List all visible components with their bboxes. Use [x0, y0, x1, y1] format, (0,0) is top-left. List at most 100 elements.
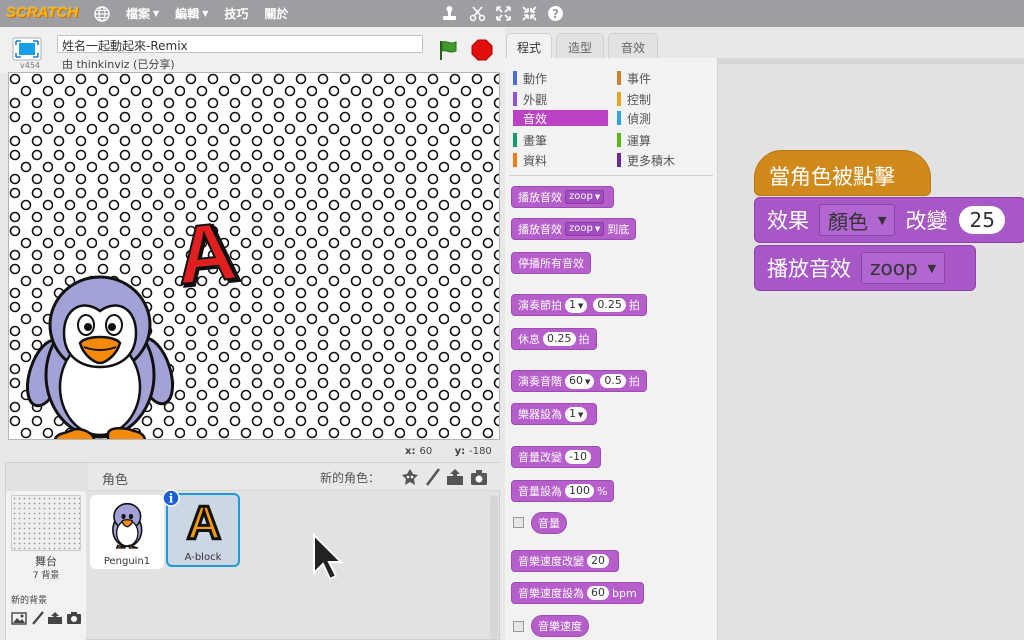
play-sound-block[interactable]: 播放音效 zoop ▼: [754, 245, 976, 291]
grow-icon[interactable]: [495, 5, 512, 22]
category-label: 控制: [627, 93, 652, 107]
menu-file[interactable]: 檔案 ▼: [126, 5, 159, 22]
stage-canvas[interactable]: A A: [8, 72, 500, 440]
effect-dropdown[interactable]: 顏色 ▼: [819, 204, 896, 236]
new-sprite-label: 新的角色：: [320, 471, 381, 485]
block-set-tempo[interactable]: 音樂速度設為 60 bpm: [511, 582, 644, 604]
block-text: 播放音效: [518, 223, 562, 236]
block-play-sound[interactable]: 播放音效 zoop ▼: [511, 186, 615, 208]
change-tempo-input[interactable]: 20: [587, 554, 609, 568]
block-set-volume[interactable]: 音量設為 100 %: [511, 480, 615, 502]
block-change-tempo[interactable]: 音樂速度改變 20: [511, 550, 619, 572]
tempo-monitor-checkbox[interactable]: [513, 621, 524, 632]
backdrop-count: 7 背景: [32, 571, 60, 581]
block-change-volume[interactable]: 音量改變 -10: [511, 446, 601, 468]
sound-dropdown[interactable]: zoop ▼: [861, 252, 946, 284]
sprite-info-icon[interactable]: i: [162, 489, 180, 507]
block-play-drum[interactable]: 演奏節拍 1 ▼ 0.25 拍: [511, 294, 647, 316]
sprite-card-penguin1[interactable]: Penguin1: [90, 495, 164, 569]
block-text: 音量設為: [518, 485, 562, 498]
note-number-input[interactable]: 60 ▼: [565, 373, 595, 389]
camera-new-sprite-icon[interactable]: [469, 467, 489, 487]
menu-about[interactable]: 關於: [264, 5, 288, 22]
category-swatch: [513, 92, 517, 106]
instrument-input[interactable]: 1 ▼: [565, 406, 588, 422]
category-label: 資料: [523, 154, 548, 168]
pencil-backdrop-icon[interactable]: [30, 611, 46, 625]
drum-number-input[interactable]: 1 ▼: [565, 297, 588, 313]
change-volume-input[interactable]: -10: [565, 450, 591, 464]
change-effect-block[interactable]: 效果 顏色 ▼ 改變 25: [754, 197, 1024, 243]
block-stop-all-sounds[interactable]: 停播所有音效: [511, 252, 591, 274]
paint-backdrop-icon[interactable]: [11, 611, 27, 625]
block-volume-reporter[interactable]: 音量: [531, 512, 567, 534]
input-value: 1: [569, 297, 576, 311]
duplicate-stamp-icon[interactable]: [441, 5, 458, 22]
stage-thumbnail[interactable]: [11, 495, 81, 551]
volume-monitor-checkbox[interactable]: [513, 517, 524, 528]
category-operators[interactable]: 運算: [617, 132, 712, 148]
paint-new-sprite-icon[interactable]: [423, 467, 443, 487]
fullscreen-icon[interactable]: [12, 37, 42, 61]
block-play-sound-until-done[interactable]: 播放音效 zoop ▼ 到底: [511, 218, 637, 240]
drum-beats-input[interactable]: 0.25: [593, 298, 626, 312]
category-more-blocks[interactable]: 更多積木: [617, 152, 712, 168]
help-icon[interactable]: ?: [547, 5, 564, 22]
block-set-instrument[interactable]: 樂器設為 1 ▼: [511, 403, 598, 425]
rest-beats-input[interactable]: 0.25: [543, 332, 576, 346]
upload-backdrop-icon[interactable]: [47, 611, 63, 625]
block-text: 播放音效: [767, 257, 851, 281]
caret-down-icon: ▼: [594, 225, 601, 233]
tab-sounds[interactable]: 音效: [608, 33, 658, 59]
block-tempo-reporter[interactable]: 音樂速度: [531, 615, 589, 637]
svg-text:A: A: [187, 497, 221, 547]
sound-dropdown[interactable]: zoop ▼: [565, 190, 605, 204]
effect-change-input[interactable]: 25: [959, 206, 1005, 234]
stop-icon[interactable]: [471, 39, 493, 61]
penguin-sprite[interactable]: [24, 263, 174, 440]
language-globe-icon[interactable]: [94, 5, 110, 22]
block-text: bpm: [612, 586, 637, 600]
category-swatch: [617, 133, 621, 147]
menu-bar: SCRATCH 檔案 ▼ 編輯 ▼ 技巧 關於 ?: [0, 0, 1024, 27]
camera-backdrop-icon[interactable]: [66, 611, 82, 625]
menu-tips[interactable]: 技巧: [224, 5, 248, 22]
stage-thumbnail-image: [12, 496, 80, 550]
set-volume-input[interactable]: 100: [565, 484, 594, 498]
tab-scripts[interactable]: 程式: [506, 33, 552, 59]
block-rest[interactable]: 休息 0.25 拍: [511, 328, 597, 350]
category-sensing[interactable]: 偵測: [617, 110, 712, 126]
block-play-note[interactable]: 演奏音階 60 ▼ 0.5 拍: [511, 370, 647, 392]
menu-edit[interactable]: 編輯 ▼: [175, 5, 208, 22]
sprite-card-a-block[interactable]: i A A-block: [162, 489, 240, 567]
note-beats-input[interactable]: 0.5: [600, 374, 626, 388]
block-text: 演奏節拍: [518, 299, 562, 312]
category-events[interactable]: 事件: [617, 70, 712, 86]
choose-sprite-from-library-icon[interactable]: [400, 467, 420, 487]
category-motion[interactable]: 動作: [513, 70, 608, 86]
category-control[interactable]: 控制: [617, 91, 712, 107]
upload-sprite-icon[interactable]: [445, 467, 465, 487]
when-sprite-clicked-hat-block[interactable]: 當角色被點擊: [754, 150, 931, 196]
tab-costumes[interactable]: 造型: [556, 33, 604, 59]
delete-scissors-icon[interactable]: [469, 5, 486, 22]
set-tempo-input[interactable]: 60: [587, 586, 609, 600]
block-text: 音樂速度: [538, 620, 582, 633]
category-data[interactable]: 資料: [513, 152, 608, 168]
category-swatch: [617, 92, 621, 106]
category-looks[interactable]: 外觀: [513, 91, 608, 107]
category-swatch: [513, 71, 517, 85]
sound-dropdown[interactable]: zoop ▼: [565, 222, 605, 236]
scratch-logo[interactable]: SCRATCH: [6, 4, 78, 24]
category-sound[interactable]: 音效: [513, 110, 608, 126]
sprite-pane-scrollbar[interactable]: [490, 495, 498, 639]
green-flag-icon[interactable]: [438, 39, 458, 61]
block-text: 音量: [538, 517, 560, 530]
a-block-sprite[interactable]: A A: [174, 207, 244, 297]
project-title-input[interactable]: 姓名一起動起來-Remix: [57, 35, 423, 53]
category-swatch: [617, 71, 621, 85]
category-pen[interactable]: 畫筆: [513, 132, 608, 148]
project-byline: 由 thinkinviz (已分享): [62, 58, 175, 71]
category-label: 音效: [523, 112, 548, 126]
shrink-icon[interactable]: [521, 5, 538, 22]
